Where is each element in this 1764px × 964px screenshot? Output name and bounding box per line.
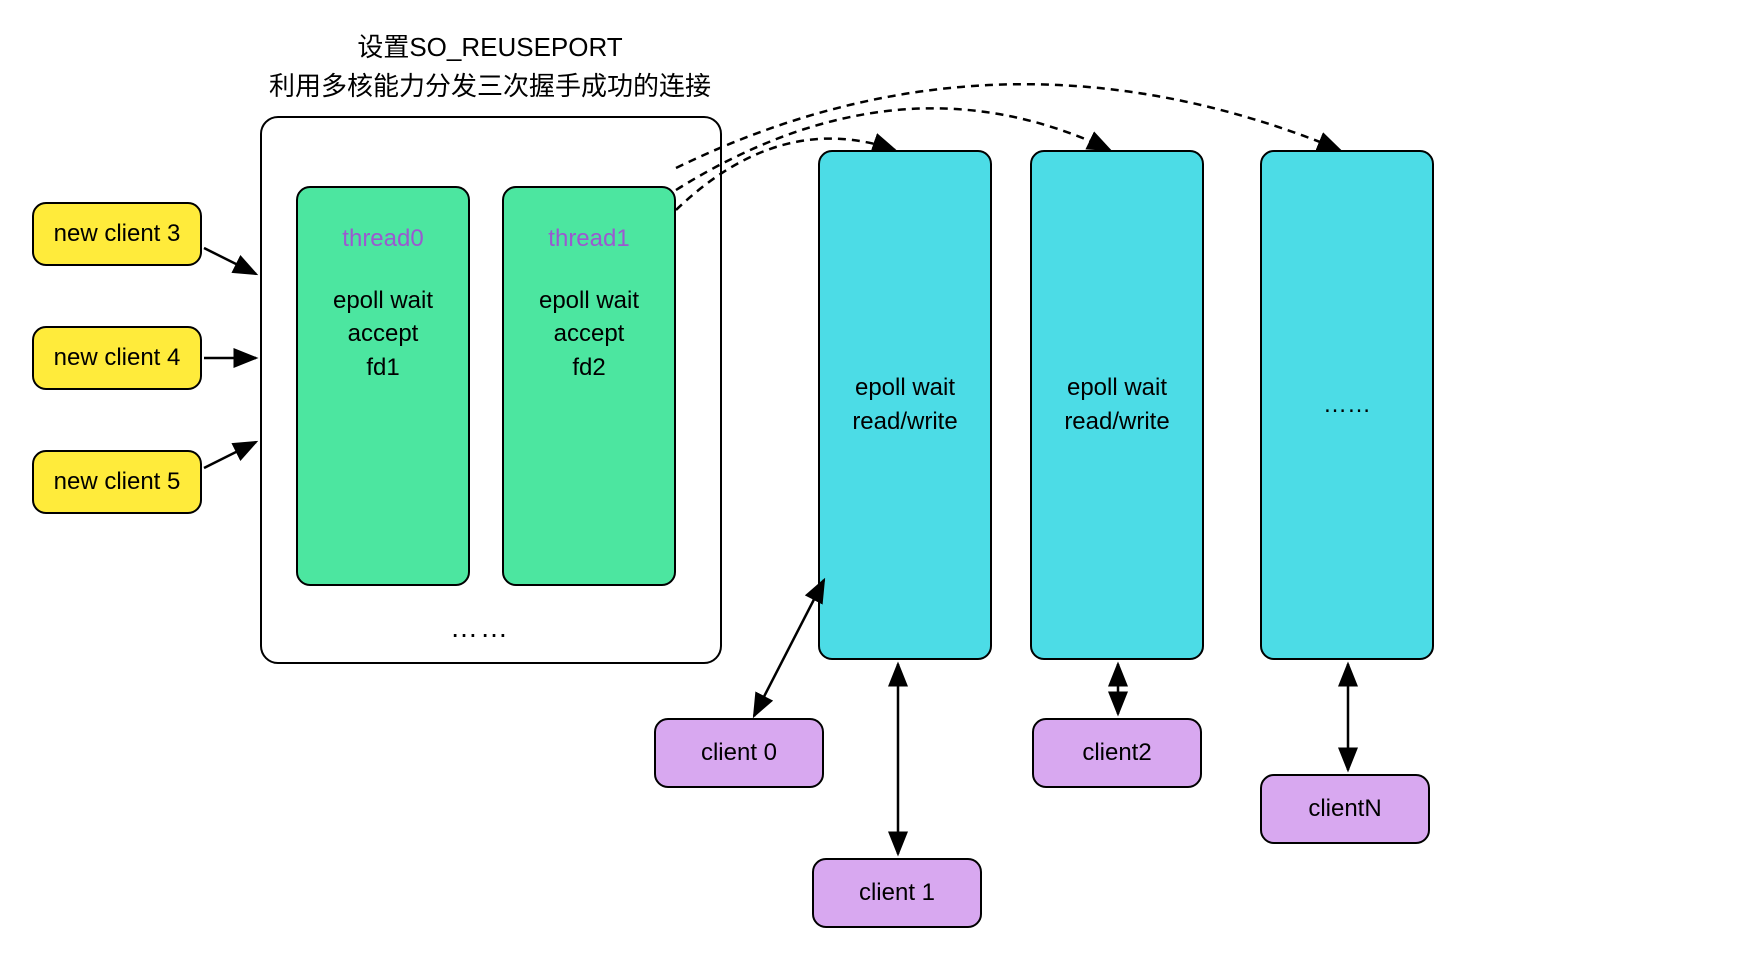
- accept-line: epoll wait: [333, 284, 433, 318]
- diagram-title: 设置SO_REUSEPORT 利用多核能力分发三次握手成功的连接: [240, 28, 740, 106]
- new-client-box: new client 5: [32, 450, 202, 514]
- accept-line: fd1: [366, 351, 399, 385]
- worker-ellipsis: ……: [1323, 388, 1371, 422]
- accept-line: epoll wait: [539, 284, 639, 318]
- title-line2: 利用多核能力分发三次握手成功的连接: [240, 67, 740, 106]
- client-label: client 0: [701, 736, 777, 770]
- worker-thread-box: ……: [1260, 150, 1434, 660]
- new-client-label: new client 5: [54, 465, 181, 499]
- client-label: client2: [1082, 736, 1151, 770]
- accept-thread-box: thread0 epoll wait accept fd1: [296, 186, 470, 586]
- dashed-arrow-to-worker2: [676, 84, 1340, 168]
- accept-line: fd2: [572, 351, 605, 385]
- new-client-box: new client 4: [32, 326, 202, 390]
- client-box: client 1: [812, 858, 982, 928]
- new-client-label: new client 3: [54, 217, 181, 251]
- accept-line: accept: [348, 317, 419, 351]
- client-label: client 1: [859, 876, 935, 910]
- arrow-newclient5-to-container: [204, 442, 256, 468]
- accept-threads-ellipsis: ……: [450, 612, 510, 644]
- worker-line: epoll wait: [1067, 371, 1167, 405]
- thread-name: thread0: [342, 222, 423, 256]
- client-box: clientN: [1260, 774, 1430, 844]
- thread-name: thread1: [548, 222, 629, 256]
- client-box: client2: [1032, 718, 1202, 788]
- new-client-box: new client 3: [32, 202, 202, 266]
- worker-line: epoll wait: [855, 371, 955, 405]
- title-line1: 设置SO_REUSEPORT: [240, 28, 740, 67]
- worker-thread-box: epoll wait read/write: [1030, 150, 1204, 660]
- worker-line: read/write: [1064, 405, 1169, 439]
- arrow-newclient3-to-container: [204, 248, 256, 274]
- worker-thread-box: epoll wait read/write: [818, 150, 992, 660]
- accept-line: accept: [554, 317, 625, 351]
- new-client-label: new client 4: [54, 341, 181, 375]
- worker-line: read/write: [852, 405, 957, 439]
- client-box: client 0: [654, 718, 824, 788]
- client-label: clientN: [1308, 792, 1381, 826]
- accept-thread-box: thread1 epoll wait accept fd2: [502, 186, 676, 586]
- double-arrow-worker0-client0: [754, 580, 824, 716]
